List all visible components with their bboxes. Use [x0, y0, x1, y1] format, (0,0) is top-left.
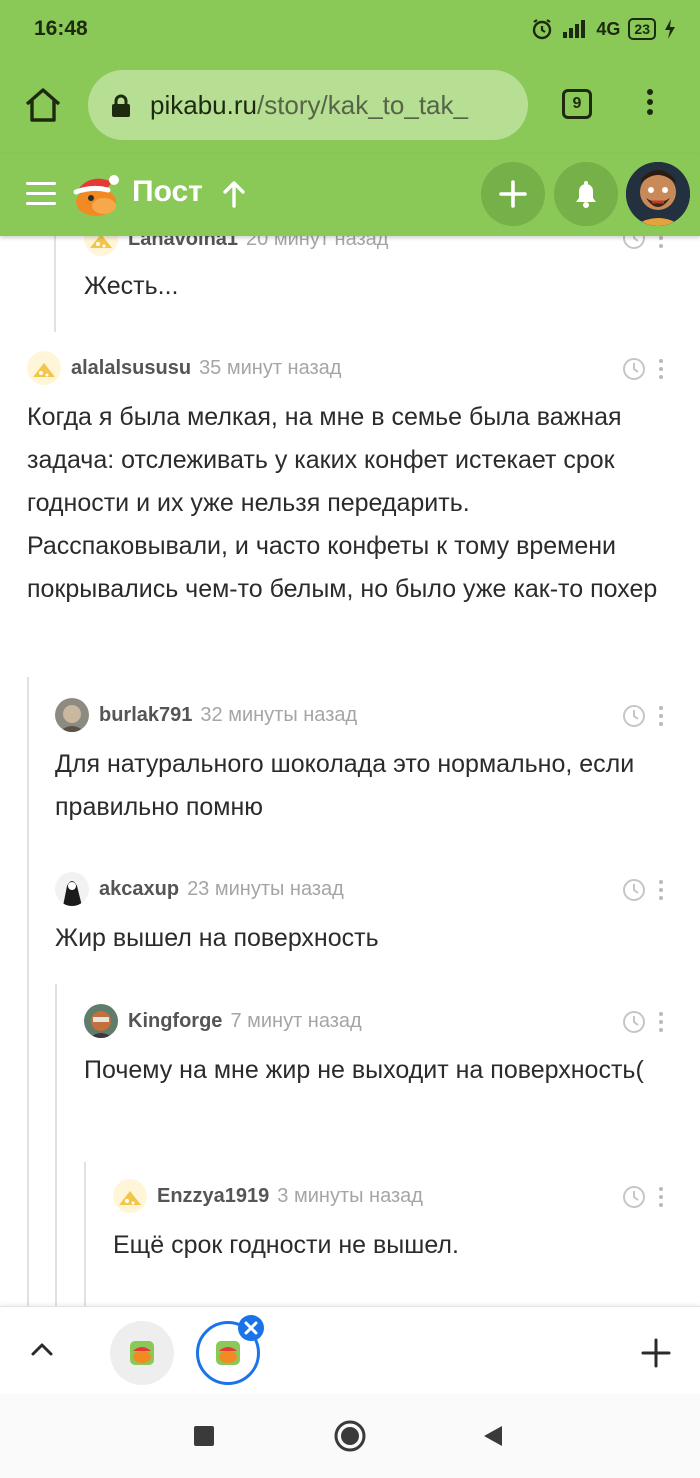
- comment-text: Почему на мне жир не выходит на поверхно…: [84, 1056, 644, 1084]
- comment-header: akcaxup 23 минуты назад: [55, 872, 344, 906]
- comment-time: 20 минут назад: [246, 236, 389, 250]
- default-avatar-icon: [27, 351, 61, 385]
- status-icons: 4G 23: [530, 15, 676, 43]
- comment-username[interactable]: burlak791: [99, 704, 192, 727]
- add-post-button[interactable]: [481, 162, 545, 226]
- browser-toolbar: pikabu.ru/story/kak_to_tak_ 9: [0, 58, 700, 154]
- lock-icon: [112, 94, 130, 117]
- comment-text: Когда я была мелкая, на мне в семье была…: [27, 403, 658, 603]
- tab-switcher-button[interactable]: 9: [562, 89, 592, 119]
- pikabu-logo-icon[interactable]: [70, 168, 122, 220]
- default-avatar-icon: [113, 1179, 147, 1213]
- comment-header: Kingforge 7 минут назад: [84, 1004, 362, 1038]
- close-tab-button[interactable]: [238, 1315, 264, 1341]
- comment-header: Lanavolna1 20 минут назад: [84, 236, 388, 256]
- comment-text: Для натурального шоколада это нормально,…: [55, 750, 635, 821]
- user-avatar-image: [626, 162, 690, 226]
- thread-line: [55, 984, 57, 1306]
- chevron-up-icon[interactable]: [30, 1341, 54, 1357]
- comment-time: 32 минуты назад: [200, 703, 358, 726]
- home-circle-icon[interactable]: [334, 1420, 366, 1452]
- clock-icon[interactable]: [622, 878, 646, 902]
- comment-username[interactable]: Lanavolna1: [128, 236, 238, 251]
- comment-header: alalalsususu 35 минут назад: [27, 351, 341, 385]
- more-vertical-icon[interactable]: [658, 359, 664, 381]
- new-tab-plus-icon[interactable]: [640, 1337, 672, 1369]
- comments-list: Lanavolna1 20 минут назад Жесть... alala…: [0, 236, 700, 1306]
- comment-avatar[interactable]: [55, 872, 89, 906]
- address-bar[interactable]: pikabu.ru/story/kak_to_tak_: [88, 70, 528, 140]
- battery-indicator: 23: [628, 18, 656, 40]
- comment-avatar[interactable]: [113, 1179, 147, 1213]
- arrow-up-icon[interactable]: [222, 180, 246, 208]
- charging-icon: [665, 19, 675, 39]
- url-path: /story/kak_to_tak_: [256, 90, 468, 120]
- notifications-button[interactable]: [554, 162, 618, 226]
- user-avatar-image: [55, 872, 89, 906]
- comment-text: Жир вышел на поверхность: [55, 924, 379, 952]
- clock-icon[interactable]: [622, 236, 646, 250]
- clock-icon[interactable]: [622, 704, 646, 728]
- comment-time: 7 минут назад: [230, 1009, 362, 1032]
- signal-icon: [563, 20, 586, 38]
- clock-icon[interactable]: [622, 357, 646, 381]
- comment-header: burlak791 32 минуты назад: [55, 698, 357, 732]
- thread-line: [84, 1162, 86, 1306]
- more-vertical-icon[interactable]: [658, 1187, 664, 1209]
- bell-icon: [576, 181, 596, 208]
- more-vertical-icon[interactable]: [658, 1012, 664, 1034]
- home-icon[interactable]: [22, 84, 64, 126]
- comment-avatar[interactable]: [84, 1004, 118, 1038]
- alarm-icon: [533, 19, 552, 40]
- user-avatar-image: [55, 698, 89, 732]
- comment-header: Enzzya1919 3 минуты назад: [113, 1179, 423, 1213]
- more-vertical-icon[interactable]: [658, 236, 664, 250]
- system-navigation-bar: [0, 1394, 700, 1478]
- comment-avatar[interactable]: [27, 351, 61, 385]
- comment-username[interactable]: Kingforge: [128, 1010, 222, 1033]
- comment-avatar[interactable]: [84, 236, 118, 256]
- url-text: pikabu.ru/story/kak_to_tak_: [150, 90, 468, 121]
- pikabu-favicon-icon: [130, 1341, 154, 1365]
- comment-username[interactable]: Enzzya1919: [157, 1185, 269, 1208]
- close-icon: [244, 1321, 258, 1335]
- user-avatar[interactable]: [626, 162, 690, 226]
- browser-menu-icon[interactable]: [640, 86, 660, 126]
- clock-icon[interactable]: [622, 1185, 646, 1209]
- comment-text: Ещё срок годности не вышел.: [113, 1231, 459, 1259]
- hamburger-menu-icon[interactable]: [26, 182, 56, 206]
- url-host: pikabu.ru: [150, 90, 257, 120]
- comment-time: 23 минуты назад: [187, 877, 344, 900]
- browser-tab-strip: [0, 1306, 700, 1395]
- comment-username[interactable]: akcaxup: [99, 878, 179, 901]
- tab-thumbnail[interactable]: [110, 1321, 174, 1385]
- user-avatar-image: [84, 1004, 118, 1038]
- comment-time: 3 минуты назад: [277, 1184, 423, 1207]
- comment-username[interactable]: alalalsususu: [71, 357, 191, 380]
- recents-square-icon[interactable]: [193, 1425, 215, 1447]
- default-avatar-icon: [84, 236, 118, 256]
- thread-line: [54, 236, 56, 332]
- network-type: 4G: [596, 18, 621, 39]
- status-bar: 16:48 4G 23: [0, 0, 700, 58]
- plus-icon: [499, 180, 527, 208]
- thread-line: [27, 677, 29, 1306]
- more-vertical-icon[interactable]: [658, 880, 664, 902]
- clock-icon[interactable]: [622, 1010, 646, 1034]
- status-time: 16:48: [34, 17, 88, 40]
- comment-time: 35 минут назад: [199, 356, 342, 379]
- site-header: Пост: [0, 154, 700, 236]
- comment-avatar[interactable]: [55, 698, 89, 732]
- back-triangle-icon[interactable]: [482, 1424, 504, 1448]
- page-title: Пост: [132, 175, 203, 208]
- more-vertical-icon[interactable]: [658, 706, 664, 728]
- comment-text: Жесть...: [84, 272, 179, 300]
